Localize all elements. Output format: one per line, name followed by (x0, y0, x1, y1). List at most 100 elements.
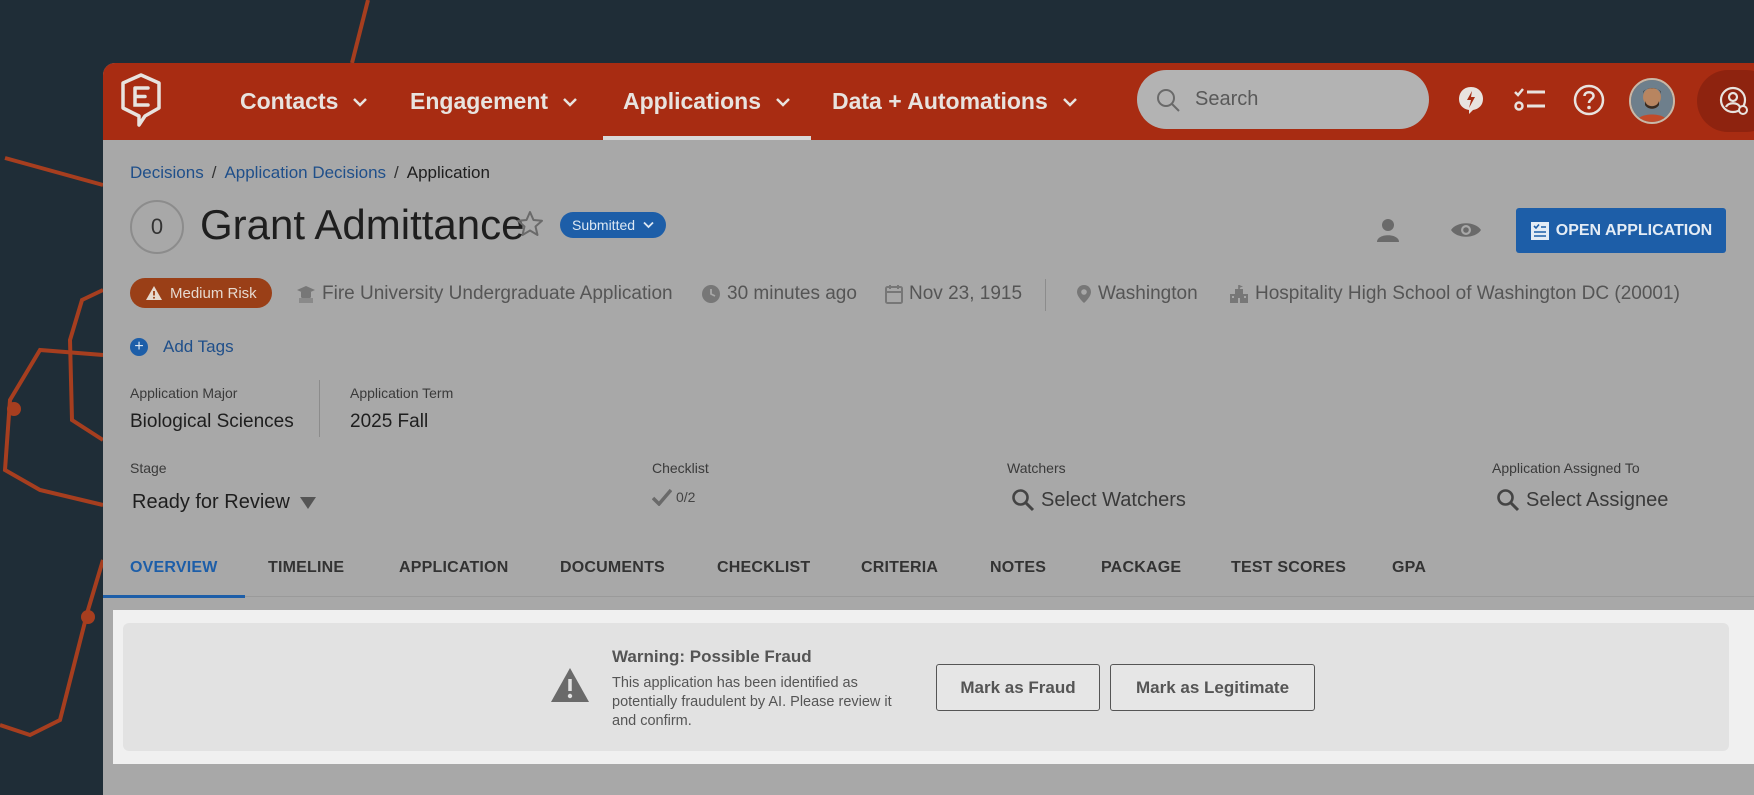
star-icon[interactable] (515, 209, 545, 244)
term-label: Application Term (350, 385, 454, 401)
submitted-date: Nov 23, 1915 (885, 283, 1022, 305)
caret-down-icon (299, 496, 316, 509)
app-logo-icon[interactable] (117, 72, 165, 128)
open-application-button[interactable]: OPEN APPLICATION (1516, 208, 1726, 253)
checklist-value: 0/2 (676, 489, 696, 505)
location-label: Washington (1098, 283, 1198, 304)
search-placeholder: Search (1195, 88, 1259, 110)
tab-notes[interactable]: NOTES (990, 539, 1046, 597)
chevron-down-icon (643, 221, 654, 229)
high-school-label: Hospitality High School of Washington DC… (1255, 283, 1680, 304)
breadcrumb: Decisions / Application Decisions / Appl… (130, 163, 490, 183)
app-window: Contacts Engagement Applications Data + … (103, 63, 1754, 795)
select-watchers-placeholder: Select Watchers (1041, 488, 1186, 511)
warning-title: Warning: Possible Fraud (612, 647, 812, 666)
calendar-icon (885, 285, 903, 304)
field-divider (319, 380, 320, 437)
breadcrumb-current: Application (406, 163, 490, 182)
major-value: Biological Sciences (130, 411, 294, 432)
status-dropdown[interactable]: Submitted (560, 212, 667, 238)
tab-timeline[interactable]: TIMELINE (268, 539, 344, 597)
stage-label: Stage (130, 460, 167, 476)
fraud-warning-banner: Warning: Possible Fraud This application… (123, 623, 1729, 751)
tab-checklist[interactable]: CHECKLIST (717, 539, 810, 597)
search-icon (1497, 489, 1520, 512)
plus-circle-icon: + (130, 338, 148, 356)
school-building-icon (1230, 285, 1248, 303)
nav-contacts[interactable]: Contacts (240, 63, 368, 140)
chevron-down-icon (353, 97, 368, 107)
tab-test-scores[interactable]: TEST SCORES (1231, 539, 1346, 597)
time-ago: 30 minutes ago (701, 283, 857, 305)
watch-eye-icon[interactable] (1449, 220, 1483, 245)
nav-applications-label: Applications (623, 88, 762, 114)
nav-data-automations[interactable]: Data + Automations (832, 63, 1078, 140)
select-assignee-input[interactable]: Select Assignee (1496, 488, 1668, 512)
stage-value: Ready for Review (132, 491, 290, 513)
help-icon[interactable] (1570, 81, 1608, 119)
clock-icon (702, 285, 720, 303)
tasks-icon[interactable] (1511, 81, 1549, 119)
mark-as-legitimate-button[interactable]: Mark as Legitimate (1110, 664, 1315, 711)
stage-dropdown[interactable]: Ready for Review (132, 491, 316, 514)
nav-engagement-label: Engagement (410, 88, 549, 114)
map-pin-icon (1077, 285, 1091, 303)
search-input[interactable]: Search (1137, 70, 1429, 129)
checklist-progress[interactable]: 0/2 (652, 488, 695, 506)
checkmark-icon (652, 488, 672, 506)
checklist-label: Checklist (652, 460, 709, 476)
nav-applications[interactable]: Applications (602, 63, 812, 140)
assigned-label: Application Assigned To (1492, 460, 1640, 476)
tab-criteria[interactable]: CRITERIA (861, 539, 938, 597)
breadcrumb-application-decisions[interactable]: Application Decisions (224, 163, 386, 183)
score-count-badge: 0 (130, 200, 184, 254)
open-application-label: OPEN APPLICATION (1555, 221, 1713, 239)
tab-overview[interactable]: OVERVIEW (103, 539, 244, 598)
nav-engagement[interactable]: Engagement (410, 63, 578, 140)
nav-contacts-label: Contacts (240, 88, 339, 114)
high-school: Hospitality High School of Washington DC… (1229, 283, 1680, 305)
warning-message: This application has been identified as … (612, 675, 892, 729)
submitted-date-label: Nov 23, 1915 (909, 283, 1023, 304)
page-title: Grant Admittance (200, 201, 525, 248)
chevron-down-icon (1062, 97, 1077, 107)
tab-package[interactable]: PACKAGE (1101, 539, 1181, 597)
tab-gpa[interactable]: GPA (1392, 539, 1426, 597)
chevron-down-icon (563, 97, 577, 107)
watchers-label: Watchers (1007, 460, 1066, 476)
lightning-bubble-icon[interactable] (1452, 81, 1490, 119)
graduation-cap-icon (297, 286, 315, 303)
status-label: Submitted (572, 217, 636, 233)
search-icon (1012, 489, 1035, 512)
warning-triangle-icon (550, 667, 590, 708)
chevron-down-icon (776, 97, 790, 107)
risk-label: Medium Risk (170, 284, 257, 302)
tab-documents[interactable]: DOCUMENTS (560, 539, 665, 597)
tab-bar: OVERVIEW TIMELINE APPLICATION DOCUMENTS … (103, 539, 1754, 598)
add-tags-button[interactable]: + Add Tags (130, 337, 234, 357)
add-tags-label: Add Tags (163, 337, 234, 356)
user-avatar[interactable] (1629, 78, 1675, 124)
tab-application[interactable]: APPLICATION (399, 539, 508, 597)
nav-data-automations-label: Data + Automations (832, 88, 1048, 114)
mark-as-fraud-button[interactable]: Mark as Fraud (936, 664, 1100, 711)
meta-divider (1045, 279, 1046, 311)
application-type: Fire University Undergraduate Applicatio… (296, 283, 673, 305)
time-ago-label: 30 minutes ago (727, 283, 857, 304)
search-icon (1157, 88, 1180, 112)
fraud-warning-panel: Warning: Possible Fraud This application… (113, 610, 1754, 764)
assign-user-icon[interactable] (1375, 217, 1401, 248)
breadcrumb-separator: / (211, 163, 217, 182)
term-value: 2025 Fall (350, 411, 429, 432)
account-settings-button[interactable] (1697, 70, 1754, 132)
application-type-label: Fire University Undergraduate Applicatio… (322, 283, 673, 304)
select-assignee-placeholder: Select Assignee (1526, 488, 1669, 511)
major-label: Application Major (130, 385, 238, 401)
breadcrumb-separator: / (394, 163, 399, 182)
breadcrumb-decisions[interactable]: Decisions (130, 163, 204, 183)
top-nav: Contacts Engagement Applications Data + … (103, 63, 1754, 140)
risk-badge: Medium Risk (130, 278, 272, 308)
location: Washington (1076, 283, 1198, 305)
select-watchers-input[interactable]: Select Watchers (1011, 488, 1186, 512)
account-settings-icon (1719, 86, 1748, 115)
